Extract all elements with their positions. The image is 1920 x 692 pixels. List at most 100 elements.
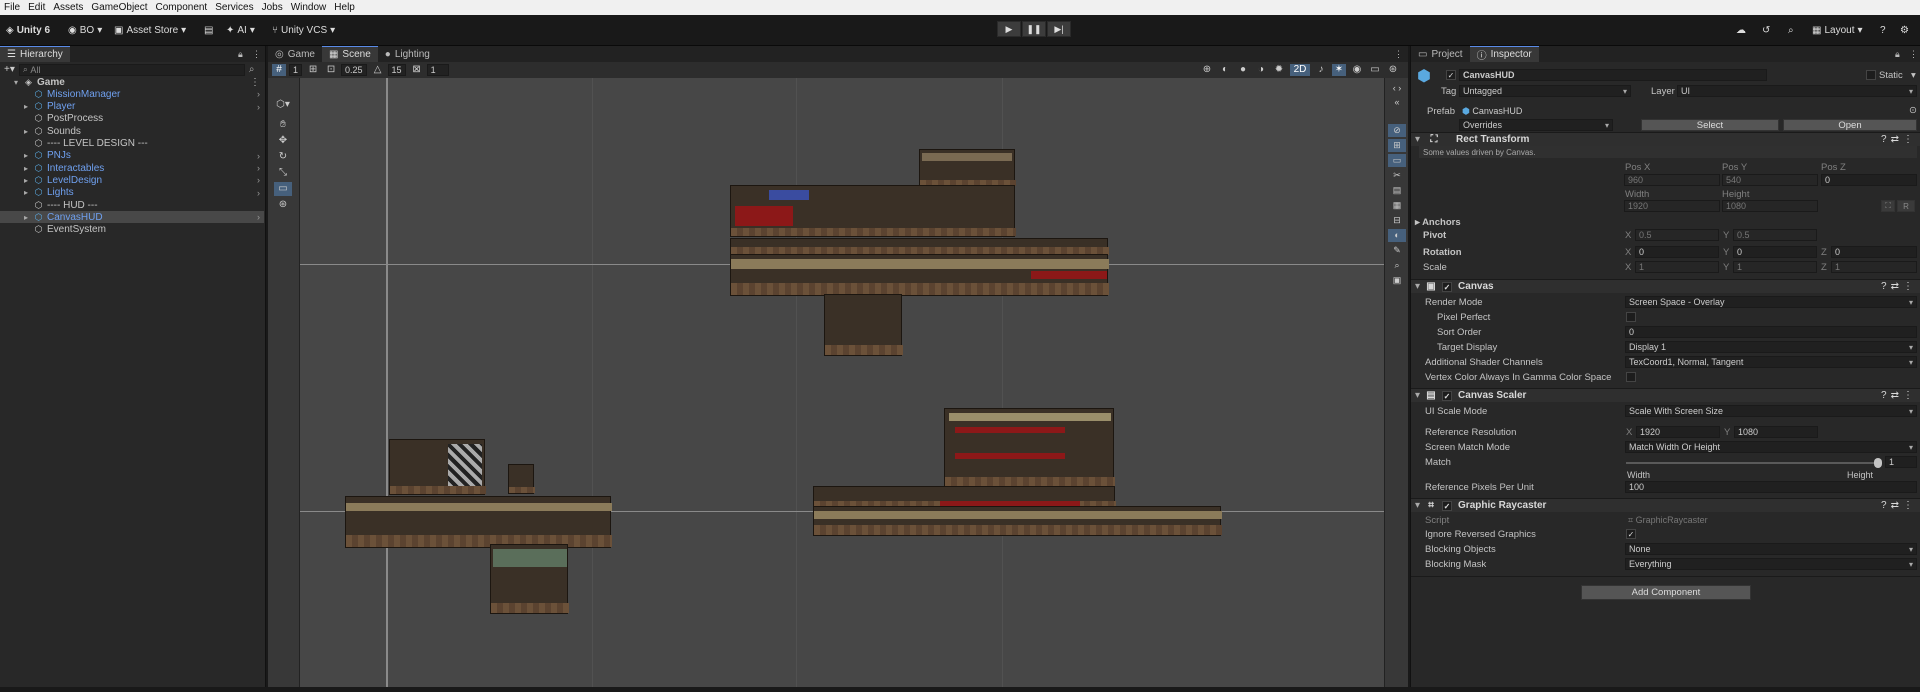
camera-icon[interactable]: ▭ bbox=[1368, 64, 1382, 76]
grid-toggle-icon[interactable]: # bbox=[272, 64, 286, 76]
scale-snap-icon[interactable]: ⊠ bbox=[410, 64, 424, 76]
collapse-icon[interactable]: ‹ › bbox=[1388, 82, 1406, 95]
script-field[interactable]: ⌗ GraphicRaycaster bbox=[1625, 514, 1917, 526]
hidden-objects-icon[interactable]: ◉ bbox=[1350, 64, 1364, 76]
menu-services[interactable]: Services bbox=[211, 2, 257, 13]
gizmos-icon[interactable]: ⊛ bbox=[1386, 64, 1400, 76]
blueprint-button[interactable]: ⛶ bbox=[1881, 200, 1895, 212]
tab-scene[interactable]: ▦ Scene bbox=[321, 46, 378, 62]
scene-viewport[interactable]: ✋︎ ✥ ↻ ⤡ ▭ ⊛ ⬡▾ ‹ › « ⊘ ⊞ ▭ ✂ ▤ ▦ ⊟ ◐ ✎ … bbox=[268, 78, 1408, 687]
prefab-asset-field[interactable]: ⬢ CanvasHUD bbox=[1459, 105, 1917, 117]
hierarchy-item[interactable]: ▸ ⬡ CanvasHUD › bbox=[0, 211, 264, 224]
shader-channels-dropdown[interactable]: TexCoord1, Normal, Tangent bbox=[1625, 356, 1917, 368]
transform-tool-icon[interactable]: ⊛ bbox=[274, 198, 292, 212]
active-checkbox[interactable]: ✓ bbox=[1446, 70, 1456, 80]
open-prefab-icon[interactable]: › bbox=[257, 89, 260, 99]
tool-icon-1[interactable]: ⊘ bbox=[1388, 124, 1406, 137]
scale-x-field[interactable]: 1 bbox=[1635, 261, 1719, 273]
hand-tool-icon[interactable]: ✋︎ bbox=[274, 118, 292, 132]
hierarchy-item[interactable]: ⬡ ---- LEVEL DESIGN --- bbox=[0, 138, 264, 150]
foldout-arrow-icon[interactable]: ▸ bbox=[24, 151, 28, 160]
asset-store-button[interactable]: ▣ Asset Store ▾ bbox=[110, 21, 190, 39]
canvas-header[interactable]: ▾ ▣ ✓ Canvas ?⇄⋮ bbox=[1411, 279, 1920, 293]
tool-icon-10[interactable]: ▣ bbox=[1388, 274, 1406, 287]
hierarchy-item[interactable]: ⬡ ---- HUD --- bbox=[0, 199, 264, 211]
rect-tool-icon[interactable]: ▭ bbox=[274, 182, 292, 196]
hierarchy-item[interactable]: ▸ ⬡ Sounds bbox=[0, 125, 264, 137]
open-prefab-icon[interactable]: › bbox=[257, 102, 260, 112]
rot-x-field[interactable]: 0 bbox=[1635, 246, 1719, 258]
kebab-menu-icon[interactable]: ⋮ bbox=[1394, 49, 1403, 60]
fx-icon[interactable]: ✶ bbox=[1332, 64, 1346, 76]
settings-icon[interactable]: ⚙ bbox=[1896, 21, 1913, 39]
match-slider-track[interactable] bbox=[1626, 458, 1882, 468]
pos-z-field[interactable]: 0 bbox=[1821, 174, 1917, 186]
help-icon[interactable]: ? bbox=[1876, 21, 1890, 39]
pivot-y-field[interactable]: 0.5 bbox=[1733, 229, 1817, 241]
blocking-mask-dropdown[interactable]: Everything bbox=[1625, 558, 1917, 570]
static-dropdown-icon[interactable]: ▾ bbox=[1911, 70, 1916, 81]
add-component-button[interactable]: Add Component bbox=[1581, 585, 1751, 600]
vertex-color-checkbox[interactable] bbox=[1626, 372, 1636, 382]
pivot-x-field[interactable]: 0.5 bbox=[1635, 229, 1719, 241]
snap-icon[interactable]: ⊞ bbox=[306, 64, 320, 76]
cloud-icon[interactable]: ☁ bbox=[1732, 21, 1750, 39]
height-field[interactable]: 1080 bbox=[1722, 200, 1818, 212]
screen-match-mode-dropdown[interactable]: Match Width Or Height bbox=[1625, 441, 1917, 453]
step-button[interactable]: ▶| bbox=[1047, 21, 1071, 37]
rot-y-field[interactable]: 0 bbox=[1733, 246, 1817, 258]
hierarchy-item[interactable]: ⬡ PostProcess bbox=[0, 113, 264, 125]
ui-scale-mode-dropdown[interactable]: Scale With Screen Size bbox=[1625, 405, 1917, 417]
snap-value-field[interactable]: 0.25 bbox=[341, 64, 367, 76]
pos-y-field[interactable]: 540 bbox=[1722, 174, 1818, 186]
menu-window[interactable]: Window bbox=[287, 2, 331, 13]
account-button[interactable]: ◉ BO ▾ bbox=[64, 21, 106, 39]
audio-icon[interactable]: ♪ bbox=[1314, 64, 1328, 76]
tool-icon-3[interactable]: ▭ bbox=[1388, 154, 1406, 167]
open-button[interactable]: Open bbox=[1783, 119, 1917, 131]
tool-icon-8[interactable]: ◐ bbox=[1388, 229, 1406, 242]
expand-icon[interactable]: « bbox=[1388, 96, 1406, 109]
tool-icon-2[interactable]: ⊞ bbox=[1388, 139, 1406, 152]
open-prefab-icon[interactable]: › bbox=[257, 163, 260, 173]
sort-order-field[interactable]: 0 bbox=[1625, 326, 1917, 338]
search-options-icon[interactable]: ⌕ bbox=[245, 64, 255, 75]
search-icon[interactable]: ⌕ bbox=[1784, 21, 1798, 39]
view-tool-icon[interactable]: ⬡▾ bbox=[272, 98, 294, 112]
foldout-arrow-icon[interactable]: ▸ bbox=[24, 164, 28, 173]
match-slider-handle[interactable] bbox=[1874, 458, 1882, 468]
tool-icon-9[interactable]: ✎ bbox=[1388, 244, 1406, 257]
package-icon[interactable]: ▤ bbox=[200, 21, 217, 39]
match-value-field[interactable]: 1 bbox=[1885, 456, 1917, 468]
foldout-arrow-icon[interactable]: ▸ bbox=[24, 213, 28, 222]
hierarchy-item[interactable]: ▸ ⬡ LevelDesign › bbox=[0, 174, 264, 186]
tab-inspector[interactable]: ⓘ Inspector bbox=[1469, 46, 1539, 62]
hierarchy-item[interactable]: ▸ ⬡ PNJs › bbox=[0, 150, 264, 162]
open-prefab-icon[interactable]: › bbox=[257, 188, 260, 198]
menu-help[interactable]: Help bbox=[330, 2, 359, 13]
component-menu-icons[interactable]: ?⇄⋮ bbox=[1881, 281, 1917, 292]
reference-x-field[interactable]: 1920 bbox=[1636, 426, 1720, 438]
menu-component[interactable]: Component bbox=[152, 2, 212, 13]
ignore-reversed-checkbox[interactable]: ✓ bbox=[1626, 529, 1636, 539]
open-prefab-icon[interactable]: › bbox=[257, 212, 260, 222]
grid-size-field[interactable]: 1 bbox=[289, 64, 303, 76]
menu-edit[interactable]: Edit bbox=[24, 2, 49, 13]
tool-icon-5[interactable]: ▤ bbox=[1388, 184, 1406, 197]
rotation-snap-field[interactable]: 15 bbox=[387, 64, 406, 76]
hierarchy-item[interactable]: ▸ ⬡ Lights › bbox=[0, 187, 264, 199]
target-display-dropdown[interactable]: Display 1 bbox=[1625, 341, 1917, 353]
pixels-per-unit-field[interactable]: 100 bbox=[1625, 481, 1917, 493]
scale-tool-icon[interactable]: ⤡ bbox=[274, 166, 292, 180]
menu-jobs[interactable]: Jobs bbox=[258, 2, 287, 13]
move-tool-icon[interactable]: ✥ bbox=[274, 134, 292, 148]
foldout-arrow-icon[interactable]: ▸ bbox=[24, 127, 28, 136]
tab-hierarchy[interactable]: ☰ Hierarchy bbox=[0, 46, 70, 62]
tool-icon-7[interactable]: ⊟ bbox=[1388, 214, 1406, 227]
foldout-arrow-icon[interactable]: ▸ bbox=[24, 176, 28, 185]
reference-y-field[interactable]: 1080 bbox=[1734, 426, 1818, 438]
render-mode-dropdown[interactable]: Screen Space - Overlay bbox=[1625, 296, 1917, 308]
rect-transform-header[interactable]: ▾ ⛶ Rect Transform ?⇄⋮ bbox=[1411, 132, 1920, 146]
gizmo-global-icon[interactable]: ⊕ bbox=[1200, 64, 1214, 76]
lock-icon[interactable]: 🔒︎ bbox=[238, 49, 243, 60]
